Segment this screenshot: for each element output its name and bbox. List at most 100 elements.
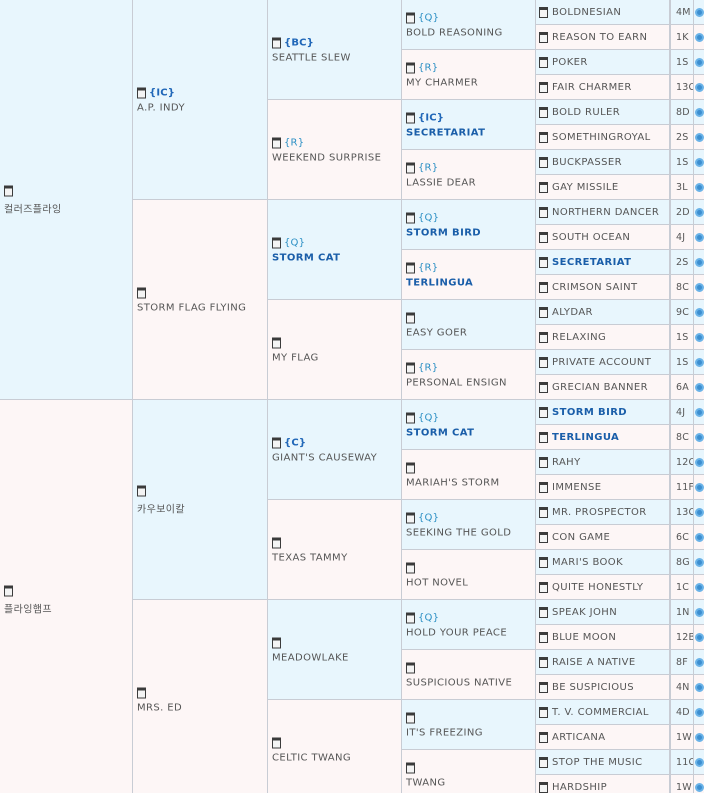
- clipboard-icon[interactable]: [137, 485, 146, 497]
- horse-name-link[interactable]: T. V. COMMERCIAL: [552, 707, 649, 718]
- horse-name-link[interactable]: BUCKPASSER: [552, 157, 622, 168]
- horse-name-link[interactable]: BOLD REASONING: [406, 27, 533, 38]
- clipboard-icon[interactable]: [4, 185, 13, 197]
- horse-name-link[interactable]: SECRETARIAT: [406, 127, 533, 138]
- horse-name-link[interactable]: STOP THE MUSIC: [552, 757, 643, 768]
- clipboard-icon[interactable]: [406, 612, 415, 624]
- clipboard-icon[interactable]: [539, 106, 548, 118]
- clipboard-icon[interactable]: [406, 762, 415, 774]
- horse-name-link[interactable]: RAHY: [552, 457, 581, 468]
- clipboard-icon[interactable]: [137, 687, 146, 699]
- horse-name-link[interactable]: PRIVATE ACCOUNT: [552, 357, 651, 368]
- info-circle-icon[interactable]: [695, 583, 704, 592]
- horse-name-link[interactable]: TWANG: [406, 777, 533, 788]
- horse-name-link[interactable]: BE SUSPICIOUS: [552, 682, 634, 693]
- info-circle-icon[interactable]: [695, 508, 704, 517]
- clipboard-icon[interactable]: [539, 706, 548, 718]
- horse-name-link[interactable]: GAY MISSILE: [552, 182, 619, 193]
- clipboard-icon[interactable]: [539, 756, 548, 768]
- horse-name-link[interactable]: CON GAME: [552, 532, 610, 543]
- clipboard-icon[interactable]: [539, 331, 548, 343]
- horse-name-link[interactable]: CRIMSON SAINT: [552, 282, 638, 293]
- clipboard-icon[interactable]: [406, 112, 415, 124]
- clipboard-icon[interactable]: [272, 537, 281, 549]
- info-circle-icon[interactable]: [695, 608, 704, 617]
- clipboard-icon[interactable]: [539, 31, 548, 43]
- clipboard-icon[interactable]: [539, 506, 548, 518]
- horse-name-link[interactable]: LASSIE DEAR: [406, 177, 533, 188]
- horse-name-link[interactable]: SUSPICIOUS NATIVE: [406, 677, 533, 688]
- clipboard-icon[interactable]: [272, 437, 281, 449]
- horse-name-link[interactable]: SOUTH OCEAN: [552, 232, 630, 243]
- clipboard-icon[interactable]: [406, 462, 415, 474]
- clipboard-icon[interactable]: [137, 87, 146, 99]
- clipboard-icon[interactable]: [406, 262, 415, 274]
- horse-name-link[interactable]: STORM CAT: [406, 427, 533, 438]
- horse-name-link[interactable]: HOT NOVEL: [406, 577, 533, 588]
- info-circle-icon[interactable]: [695, 733, 704, 742]
- horse-name-link[interactable]: REASON TO EARN: [552, 32, 647, 43]
- clipboard-icon[interactable]: [272, 37, 281, 49]
- info-circle-icon[interactable]: [695, 708, 704, 717]
- horse-name-link[interactable]: BOLDNESIAN: [552, 7, 621, 18]
- horse-name-link[interactable]: MARI'S BOOK: [552, 557, 623, 568]
- clipboard-icon[interactable]: [539, 531, 548, 543]
- clipboard-icon[interactable]: [406, 62, 415, 74]
- info-circle-icon[interactable]: [695, 8, 704, 17]
- clipboard-icon[interactable]: [539, 156, 548, 168]
- info-circle-icon[interactable]: [695, 483, 704, 492]
- info-circle-icon[interactable]: [695, 258, 704, 267]
- horse-name-link[interactable]: QUITE HONESTLY: [552, 582, 643, 593]
- clipboard-icon[interactable]: [406, 512, 415, 524]
- horse-name-link[interactable]: 카우보이칼: [137, 500, 265, 515]
- clipboard-icon[interactable]: [539, 131, 548, 143]
- clipboard-icon[interactable]: [539, 731, 548, 743]
- horse-name-link[interactable]: NORTHERN DANCER: [552, 207, 659, 218]
- clipboard-icon[interactable]: [406, 312, 415, 324]
- horse-name-link[interactable]: WEEKEND SURPRISE: [272, 152, 399, 163]
- clipboard-icon[interactable]: [539, 781, 548, 793]
- clipboard-icon[interactable]: [539, 381, 548, 393]
- info-circle-icon[interactable]: [695, 108, 704, 117]
- clipboard-icon[interactable]: [539, 481, 548, 493]
- horse-name-link[interactable]: TERLINGUA: [552, 432, 619, 443]
- info-circle-icon[interactable]: [695, 683, 704, 692]
- horse-name-link[interactable]: FAIR CHARMER: [552, 82, 632, 93]
- info-circle-icon[interactable]: [695, 283, 704, 292]
- clipboard-icon[interactable]: [406, 12, 415, 24]
- info-circle-icon[interactable]: [695, 358, 704, 367]
- info-circle-icon[interactable]: [695, 158, 704, 167]
- horse-name-link[interactable]: CELTIC TWANG: [272, 752, 399, 763]
- clipboard-icon[interactable]: [539, 406, 548, 418]
- info-circle-icon[interactable]: [695, 533, 704, 542]
- horse-name-link[interactable]: TERLINGUA: [406, 277, 533, 288]
- horse-name-link[interactable]: ARTICANA: [552, 732, 605, 743]
- info-circle-icon[interactable]: [695, 308, 704, 317]
- clipboard-icon[interactable]: [406, 212, 415, 224]
- horse-name-link[interactable]: PERSONAL ENSIGN: [406, 377, 533, 388]
- info-circle-icon[interactable]: [695, 633, 704, 642]
- horse-name-link[interactable]: HOLD YOUR PEACE: [406, 627, 533, 638]
- horse-name-link[interactable]: MEADOWLAKE: [272, 652, 399, 663]
- horse-name-link[interactable]: 플라잉햄프: [4, 600, 130, 615]
- info-circle-icon[interactable]: [695, 33, 704, 42]
- horse-name-link[interactable]: MRS. ED: [137, 702, 265, 713]
- horse-name-link[interactable]: SOMETHINGROYAL: [552, 132, 651, 143]
- horse-name-link[interactable]: MR. PROSPECTOR: [552, 507, 647, 518]
- clipboard-icon[interactable]: [272, 137, 281, 149]
- info-circle-icon[interactable]: [695, 133, 704, 142]
- clipboard-icon[interactable]: [406, 562, 415, 574]
- info-circle-icon[interactable]: [695, 458, 704, 467]
- clipboard-icon[interactable]: [539, 231, 548, 243]
- clipboard-icon[interactable]: [4, 585, 13, 597]
- horse-name-link[interactable]: STORM BIRD: [406, 227, 533, 238]
- clipboard-icon[interactable]: [539, 681, 548, 693]
- clipboard-icon[interactable]: [539, 356, 548, 368]
- horse-name-link[interactable]: ALYDAR: [552, 307, 593, 318]
- clipboard-icon[interactable]: [539, 606, 548, 618]
- horse-name-link[interactable]: POKER: [552, 57, 588, 68]
- clipboard-icon[interactable]: [539, 206, 548, 218]
- clipboard-icon[interactable]: [272, 337, 281, 349]
- clipboard-icon[interactable]: [539, 456, 548, 468]
- horse-name-link[interactable]: MARIAH'S STORM: [406, 477, 533, 488]
